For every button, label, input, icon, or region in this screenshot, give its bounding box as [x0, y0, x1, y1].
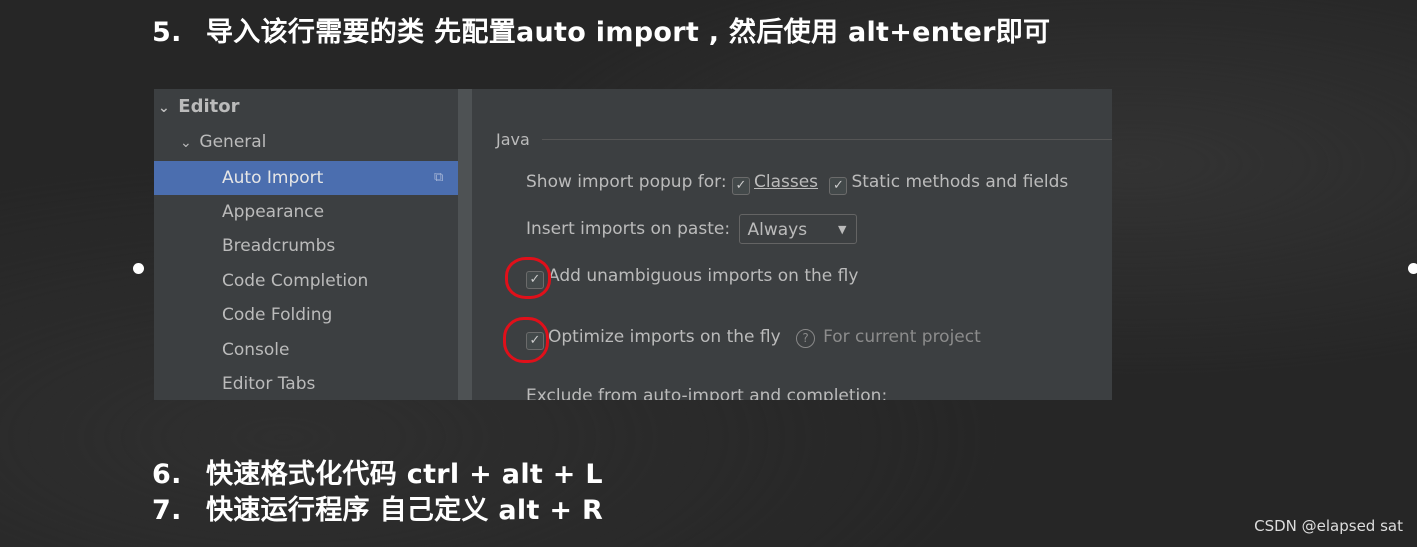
tree-item-breadcrumbs[interactable]: Breadcrumbs — [154, 229, 458, 263]
chevron-down-icon: ⌄ — [158, 100, 170, 116]
annotation-circle — [503, 317, 549, 363]
annotation-circle — [505, 257, 551, 299]
optimize-row: ✓ Optimize imports on the fly ? For curren… — [526, 326, 981, 350]
classes-checkbox[interactable]: ✓ — [731, 177, 750, 195]
tree-item-auto-import[interactable]: Auto Import ⧉ — [154, 161, 472, 195]
tree-item-editor[interactable]: ⌄ Editor — [154, 90, 462, 124]
resize-handle[interactable] — [1408, 263, 1417, 274]
watermark: CSDN @elapsed sat — [1254, 517, 1403, 535]
tree-item-general[interactable]: ⌄ General — [154, 125, 484, 159]
section-title-java: Java — [496, 130, 530, 149]
auto-import-settings: Java Show import popup for: ✓ Classes ✓ St… — [472, 89, 1112, 400]
unambiguous-row: ✓ Add unambiguous imports on the fly — [526, 265, 858, 289]
paste-row: Insert imports on paste: Always ▼ — [526, 213, 858, 245]
import-popup-row: Show import popup for: ✓ Classes ✓ Static … — [526, 172, 1069, 195]
step-5-heading: 5. 导入该行需要的类 先配置auto import , 然后使用 alt+ent… — [152, 17, 1051, 48]
settings-sidebar: ⌄ Editor ⌄ General Auto Import ⧉ Appearan… — [154, 89, 472, 400]
tree-item-editor-tabs[interactable]: Editor Tabs — [154, 367, 458, 400]
tree-item-console[interactable]: Console — [154, 333, 458, 367]
chevron-down-icon: ⌄ — [180, 135, 192, 151]
tree-item-code-folding[interactable]: Code Folding — [154, 298, 458, 332]
sidebar-scrollbar[interactable] — [458, 89, 472, 400]
step-7-heading: 7. 快速运行程序 自己定义 alt + R — [152, 495, 604, 526]
copy-icon: ⧉ — [434, 170, 444, 185]
tree-item-code-completion[interactable]: Code Completion — [154, 264, 458, 298]
static-methods-checkbox[interactable]: ✓ — [829, 177, 848, 195]
help-icon[interactable]: ? — [796, 329, 816, 348]
settings-screenshot: ⌄ Editor ⌄ General Auto Import ⧉ Appearan… — [154, 89, 1112, 400]
tree-item-appearance[interactable]: Appearance — [154, 195, 458, 229]
paste-dropdown[interactable]: Always ▼ — [739, 214, 858, 244]
section-divider — [542, 139, 1112, 140]
step-6-heading: 6. 快速格式化代码 ctrl + alt + L — [152, 459, 603, 490]
dropdown-arrow-icon: ▼ — [838, 223, 847, 236]
resize-handle[interactable] — [133, 263, 144, 274]
exclude-label: Exclude from auto-import and completion: — [526, 386, 888, 400]
